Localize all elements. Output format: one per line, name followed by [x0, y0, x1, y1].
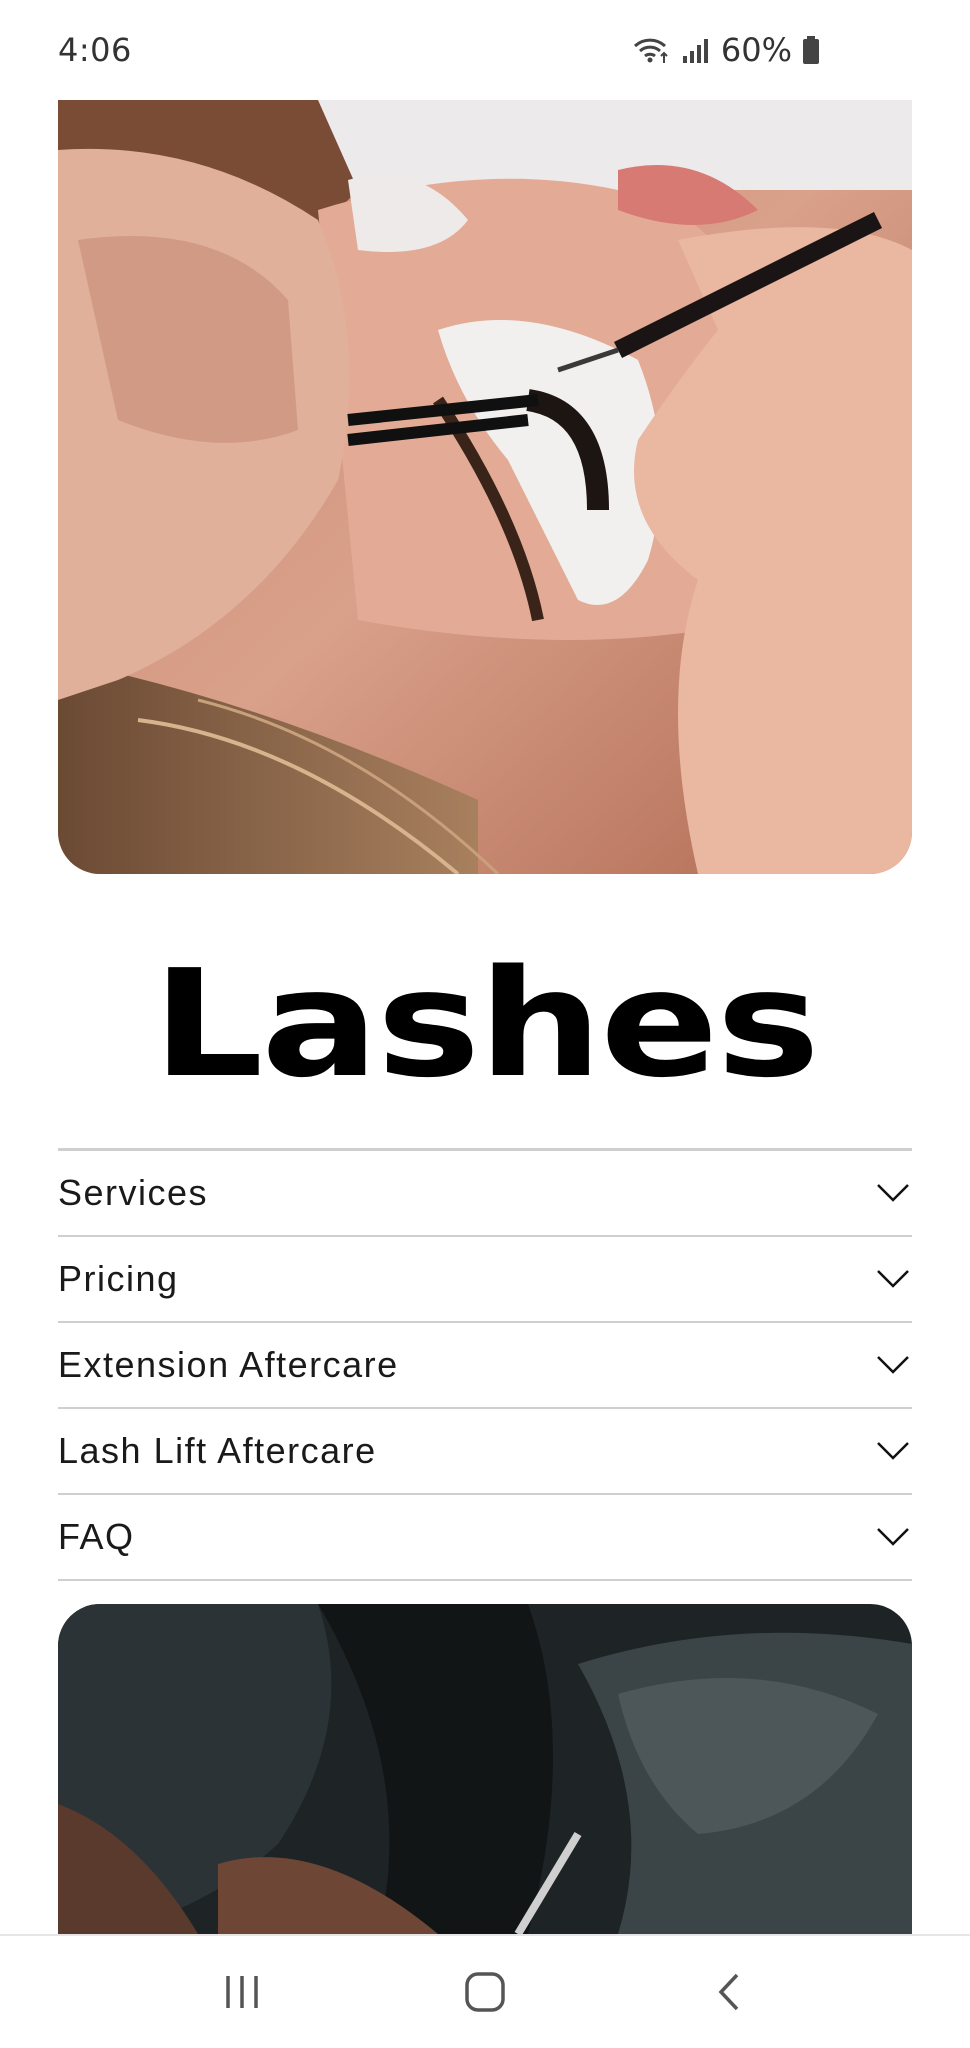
- status-bar: 4:06 60%: [0, 0, 970, 100]
- chevron-down-icon: [877, 1270, 909, 1288]
- chevron-down-icon: [877, 1442, 909, 1460]
- accordion: Services Pricing Extension Aftercare Las…: [58, 1148, 912, 1581]
- recent-apps-button[interactable]: [197, 1952, 287, 2032]
- secondary-image: [58, 1604, 912, 1934]
- accordion-item-pricing[interactable]: Pricing: [58, 1237, 912, 1323]
- accordion-label: Lash Lift Aftercare: [58, 1430, 377, 1471]
- accordion-item-extension-aftercare[interactable]: Extension Aftercare: [58, 1323, 912, 1409]
- chevron-down-icon: [877, 1356, 909, 1374]
- status-icons: 60%: [631, 31, 820, 69]
- recent-apps-icon: [225, 1976, 258, 2008]
- page: 4:06 60% Lashes Services Pricing Extensi…: [0, 0, 970, 2048]
- accordion-item-services[interactable]: Services: [58, 1151, 912, 1237]
- accordion-label: Pricing: [58, 1258, 179, 1299]
- wifi-icon: [631, 35, 671, 65]
- accordion-label: FAQ: [58, 1516, 135, 1557]
- accordion-label: Extension Aftercare: [58, 1344, 399, 1385]
- accordion-item-faq[interactable]: FAQ: [58, 1495, 912, 1581]
- battery-percentage: 60%: [720, 31, 792, 69]
- page-title: Lashes: [152, 938, 820, 1110]
- system-navigation-bar: [0, 1934, 970, 2048]
- back-icon: [718, 1973, 739, 2011]
- back-button[interactable]: [683, 1952, 773, 2032]
- cellular-signal-icon: [681, 36, 711, 64]
- home-button[interactable]: [440, 1952, 530, 2032]
- chevron-down-icon: [877, 1184, 909, 1202]
- hero-image: [58, 100, 912, 874]
- status-time: 4:06: [58, 31, 132, 69]
- chevron-down-icon: [877, 1528, 909, 1546]
- battery-icon: [802, 35, 820, 65]
- accordion-item-lash-lift-aftercare[interactable]: Lash Lift Aftercare: [58, 1409, 912, 1495]
- home-icon: [465, 1972, 505, 2012]
- accordion-label: Services: [58, 1172, 209, 1213]
